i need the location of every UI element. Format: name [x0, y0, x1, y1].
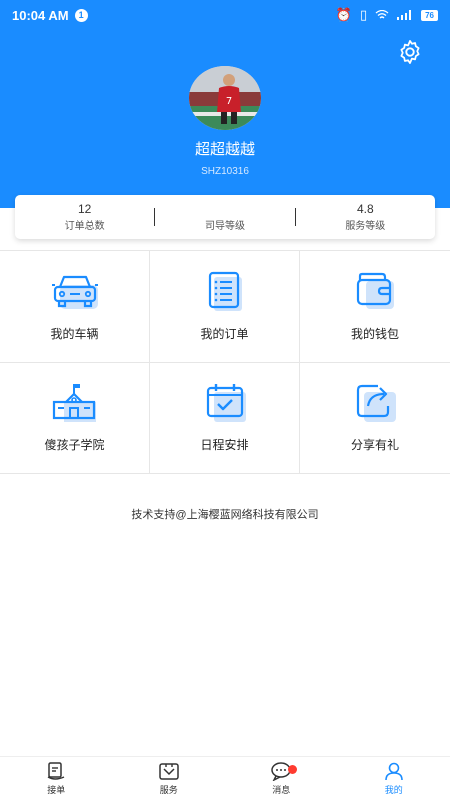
signal-icon: [397, 8, 413, 23]
tab-label: 消息: [272, 785, 291, 795]
stat-driver-level[interactable]: 司导等级: [155, 202, 294, 232]
stat-value: 4.8: [356, 202, 374, 216]
alarm-icon: ⏰: [335, 7, 352, 22]
grid-item-label: 分享有礼: [350, 438, 399, 453]
grid-item-label: 我的车辆: [50, 326, 99, 341]
status-time: 10:04 AM: [12, 7, 69, 23]
grid-item-academy[interactable]: 傻孩子学院: [0, 362, 150, 474]
avatar[interactable]: 7: [189, 66, 261, 130]
user-id: SHZ10316: [201, 166, 249, 177]
stat-label: 司导等级: [204, 221, 245, 232]
share-icon: [356, 385, 396, 423]
svg-text:7: 7: [226, 96, 232, 107]
grid-item-label: 傻孩子学院: [44, 438, 105, 453]
battery-icon: 76: [421, 9, 438, 21]
tab-label: 接单: [47, 785, 66, 795]
tab-label: 我的: [384, 785, 403, 795]
stat-service-level[interactable]: 4.8 服务等级: [296, 202, 435, 232]
grid-item-my-wallet[interactable]: 我的钱包: [300, 251, 450, 363]
accept-order-icon: [47, 762, 65, 780]
wifi-icon: [375, 8, 389, 23]
status-bar: 10:04 AM 1 ⏰ ▯ 76: [0, 0, 450, 30]
tab-service[interactable]: 服务: [113, 757, 226, 800]
vibrate-icon: ▯: [359, 7, 368, 22]
school-icon: [52, 384, 96, 423]
stat-label: 订单总数: [64, 221, 105, 232]
tab-messages[interactable]: 消息: [225, 757, 338, 800]
stat-value: [155, 202, 294, 216]
grid-item-label: 日程安排: [200, 438, 249, 453]
car-icon: [51, 275, 98, 309]
service-icon: [159, 763, 179, 780]
notification-count-badge: 1: [74, 8, 88, 22]
grid-item-label: 我的订单: [200, 326, 249, 341]
grid-item-label: 我的钱包: [350, 326, 399, 341]
grid-item-share[interactable]: 分享有礼: [300, 363, 450, 474]
stats-card: 12 订单总数 司导等级 4.8 服务等级: [15, 195, 435, 239]
stat-value: 12: [77, 202, 92, 216]
grid-item-schedule[interactable]: 日程安排: [150, 362, 300, 474]
settings-gear-icon[interactable]: [396, 38, 424, 66]
tab-mine[interactable]: 我的: [338, 757, 450, 800]
grid-item-my-orders[interactable]: 我的订单: [150, 251, 300, 363]
bottom-tab-bar: 接单 服务 消息 我的: [0, 756, 450, 800]
unread-badge: [288, 765, 297, 774]
grid-item-my-vehicle[interactable]: 我的车辆: [0, 251, 150, 363]
wallet-icon: [356, 272, 394, 309]
stat-label: 服务等级: [345, 221, 386, 232]
tab-label: 服务: [159, 785, 178, 795]
stat-total-orders[interactable]: 12 订单总数: [15, 202, 154, 232]
tech-support-text: 技术支持@上海樱蓝网络科技有限公司: [131, 509, 319, 521]
calendar-icon: [206, 384, 246, 423]
feature-grid: 我的车辆 我的订单 我的钱包 傻孩子学院 日程安排 分享有礼: [0, 250, 450, 474]
order-list-icon: [208, 271, 242, 311]
profile-icon: [384, 762, 403, 781]
tab-accept-order[interactable]: 接单: [0, 757, 113, 800]
user-name: 超超越越: [194, 141, 255, 158]
